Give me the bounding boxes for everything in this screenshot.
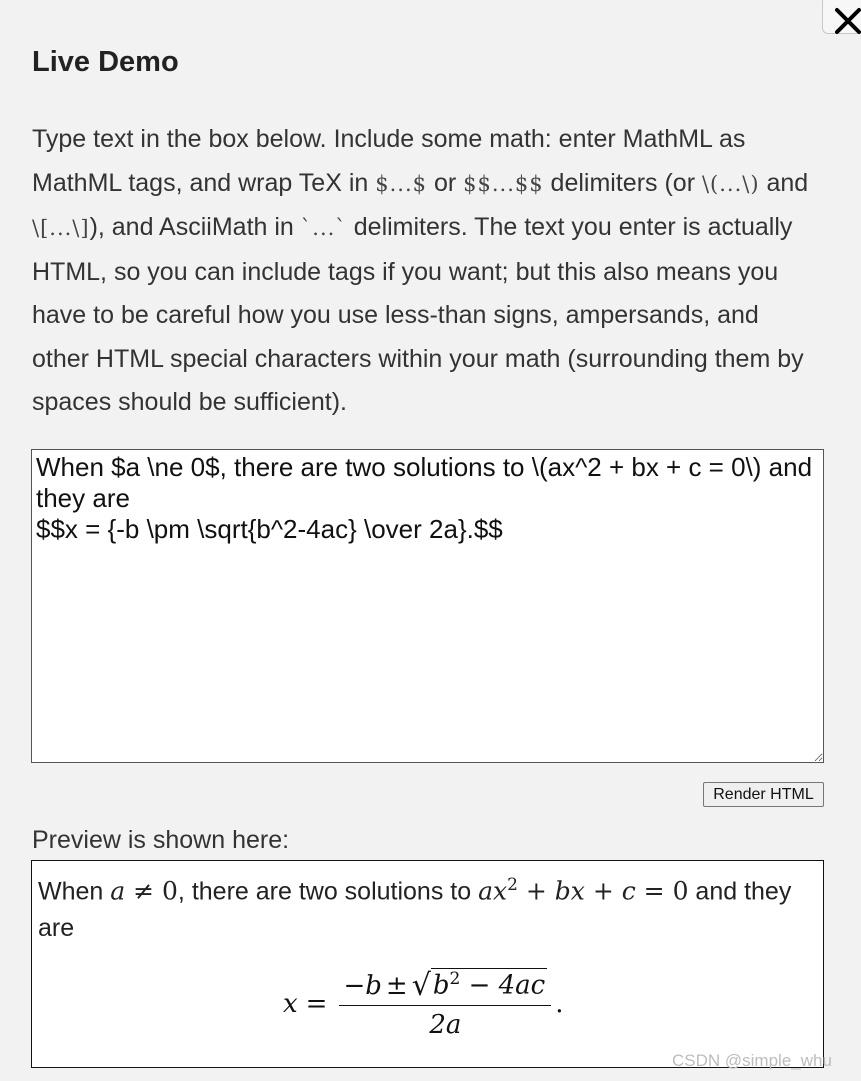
sqrt-minus-4ac: − 4ac xyxy=(460,970,546,1001)
fraction-numerator: −b ± √ b2 − 4ac xyxy=(339,968,551,1005)
quadratic-fraction: −b ± √ b2 − 4ac 2a xyxy=(339,968,552,1040)
preview-text: When xyxy=(38,877,111,906)
watermark: CSDN @simple_whu xyxy=(672,1051,832,1070)
preview-label: Preview is shown here: xyxy=(32,826,290,854)
tex-bracket-delimiter: \[...\] xyxy=(32,216,90,240)
eq-minus-b: −b xyxy=(343,970,382,1001)
intro-text-part: or xyxy=(427,168,464,197)
eq-period: . xyxy=(555,988,564,1019)
math-ax: ax xyxy=(478,876,508,906)
fraction-denominator: 2a xyxy=(339,1004,552,1040)
eq-x: x xyxy=(283,988,298,1019)
intro-text-part: and xyxy=(759,168,809,197)
tex-display-delimiter: $$...$$ xyxy=(463,171,544,196)
math-exponent: 2 xyxy=(507,875,518,895)
math-input-textarea[interactable] xyxy=(31,449,824,763)
sqrt-b: b xyxy=(432,970,450,1001)
math-zero: 0 xyxy=(162,876,178,906)
eq-equals: = xyxy=(305,988,328,1019)
intro-text-part: delimiters (or xyxy=(543,168,702,197)
tex-paren-delimiter: \(...\) xyxy=(701,171,760,196)
intro-text-part: delimiters. The text you enter is actual… xyxy=(32,213,804,416)
math-bx-c: + bx + c xyxy=(517,876,636,906)
math-ne-sign: ≠ xyxy=(125,876,163,906)
sqrt-radicand: b2 − 4ac xyxy=(430,968,548,1001)
math-equals: = xyxy=(635,876,673,906)
math-inline-a: a xyxy=(110,876,126,906)
close-icon xyxy=(835,8,861,34)
math-zero: 0 xyxy=(672,876,689,906)
asciimath-delimiter: `...` xyxy=(300,216,347,240)
dialog-title: Live Demo xyxy=(32,46,179,78)
preview-text: , there are two solutions to xyxy=(177,877,479,906)
square-root: √ b2 − 4ac xyxy=(412,968,548,1001)
sqrt-exponent: 2 xyxy=(449,969,461,989)
sqrt-sign: √ xyxy=(411,967,431,1003)
render-html-button[interactable]: Render HTML xyxy=(703,782,824,807)
intro-text-part: ), and AsciiMath in xyxy=(89,213,301,241)
display-equation: x = −b ± √ b2 − 4ac 2a . xyxy=(283,968,564,1040)
eq-plus-minus: ± xyxy=(385,970,408,1001)
intro-text: Type text in the box below. Include some… xyxy=(32,118,822,425)
close-button[interactable] xyxy=(822,0,861,34)
tex-inline-delimiter: $...$ xyxy=(375,171,427,196)
